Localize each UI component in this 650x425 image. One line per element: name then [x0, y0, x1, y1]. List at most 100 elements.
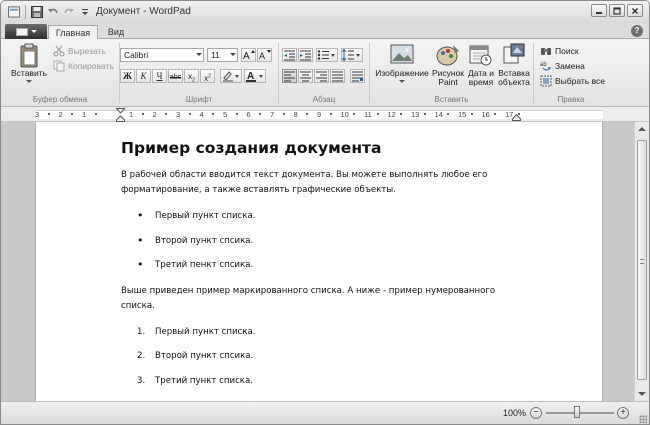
- editing-group: Поиск ab Замена Выбрать все Правка: [534, 39, 608, 107]
- ruler-number: 11: [364, 110, 372, 119]
- font-color-button[interactable]: A: [244, 69, 266, 83]
- align-right-button[interactable]: [314, 69, 329, 83]
- tab-view[interactable]: Вид: [102, 25, 130, 40]
- document-heading: Пример создания документа: [121, 139, 382, 157]
- align-right-icon: [316, 71, 327, 82]
- paragraph-settings-button[interactable]: [350, 69, 365, 83]
- window-menu-icon[interactable]: [7, 5, 21, 19]
- ruler-tick: [165, 113, 168, 115]
- svg-text:ab: ab: [540, 62, 547, 68]
- bullet-marker: [137, 259, 144, 272]
- subscript-button[interactable]: x2: [184, 69, 199, 84]
- zoom-slider-thumb[interactable]: [574, 406, 580, 418]
- font-group: Calibri 11 A A Ж К Ч abc x2 x2 A Шрифт: [120, 39, 278, 107]
- insert-paint-drawing-button[interactable]: Рисунок Paint: [430, 43, 466, 87]
- font-size-select[interactable]: 11: [207, 48, 238, 62]
- ruler-number: 13: [411, 110, 420, 119]
- insert-group: Изображение Рисунок Paint Дата и время В…: [370, 39, 533, 107]
- ruler-tick: [47, 113, 50, 115]
- scroll-down-icon[interactable]: [638, 392, 646, 396]
- font-family-select[interactable]: Calibri: [120, 48, 204, 62]
- insert-image-button[interactable]: Изображение: [372, 43, 432, 83]
- paragraph-group: Абзац: [279, 39, 369, 107]
- paint-palette-icon: [435, 43, 461, 67]
- list-button[interactable]: [316, 48, 338, 62]
- superscript-button[interactable]: x2: [200, 69, 215, 83]
- ruler-tick: [94, 113, 97, 115]
- bullet-marker: [137, 235, 144, 248]
- replace-button[interactable]: ab Замена: [540, 60, 585, 72]
- insert-object-button[interactable]: Вставка объекта: [496, 43, 532, 87]
- clipboard-group: Вставить Вырезать Копировать Буфер обмен…: [1, 39, 119, 107]
- paste-button[interactable]: Вставить: [7, 43, 51, 83]
- indent-decrease-icon: [284, 50, 295, 61]
- select-all-button[interactable]: Выбрать все: [540, 75, 605, 87]
- ruler-number: 5: [223, 110, 228, 119]
- copy-icon: [53, 60, 65, 72]
- ruler-number: 8: [293, 110, 298, 119]
- tab-home[interactable]: Главная: [48, 25, 98, 40]
- zoom-slider[interactable]: [546, 412, 614, 414]
- justify-button[interactable]: [330, 69, 345, 83]
- strikethrough-button[interactable]: abc: [168, 69, 183, 83]
- ruler-tick: [188, 113, 191, 115]
- ruler-number: 3: [176, 110, 181, 119]
- line-spacing-button[interactable]: [341, 48, 363, 62]
- list-item: 2. Второй пункт спсика.: [137, 351, 254, 361]
- document-icon: [15, 27, 28, 36]
- list-item: 3. Третий пункт списка.: [137, 375, 253, 386]
- align-center-button[interactable]: [298, 69, 313, 83]
- italic-button[interactable]: К: [136, 69, 151, 83]
- right-indent-marker[interactable]: [512, 114, 521, 121]
- ruler-tick: [141, 113, 144, 115]
- status-bar: 100% − +: [1, 401, 649, 424]
- close-button[interactable]: [627, 4, 643, 17]
- decrease-indent-button[interactable]: [282, 48, 297, 62]
- resize-grip-icon[interactable]: [639, 415, 647, 423]
- ruler-tick: [235, 113, 238, 115]
- font-color-icon: A: [246, 71, 263, 82]
- undo-icon[interactable]: [46, 5, 60, 19]
- customize-toolbar-icon[interactable]: [78, 5, 92, 19]
- shrink-font-button[interactable]: A: [257, 48, 272, 62]
- document-page[interactable]: Пример создания документа В рабочей обла…: [35, 122, 603, 401]
- minimize-button[interactable]: [591, 4, 607, 17]
- ruler-number: 7: [270, 110, 275, 119]
- align-left-icon: [284, 71, 295, 82]
- bold-button[interactable]: Ж: [120, 69, 135, 83]
- find-button[interactable]: Поиск: [540, 45, 579, 57]
- redo-icon[interactable]: [62, 5, 76, 19]
- maximize-button[interactable]: [609, 4, 625, 17]
- quick-access-toolbar: [7, 5, 92, 19]
- zoom-out-button[interactable]: −: [530, 407, 542, 419]
- vertical-scrollbar[interactable]: [634, 122, 649, 401]
- first-line-indent-marker[interactable]: [116, 108, 125, 122]
- align-left-button[interactable]: [282, 69, 297, 83]
- scrollbar-thumb[interactable]: [637, 140, 647, 380]
- bullet-list-icon: [317, 50, 335, 60]
- grow-font-button[interactable]: A: [241, 48, 256, 62]
- number-marker: 1.: [137, 326, 146, 337]
- chevron-down-icon: [399, 80, 405, 83]
- ruler-tick: [470, 113, 473, 115]
- chevron-down-icon: [196, 53, 202, 56]
- highlight-color-button[interactable]: [220, 69, 242, 83]
- ribbon-tab-row: Главная Вид ?: [1, 23, 649, 40]
- bullet-marker: [137, 210, 144, 223]
- align-center-icon: [300, 71, 311, 82]
- chevron-down-icon: [26, 80, 32, 83]
- intro-paragraph: В рабочей области вводится текст докумен…: [121, 170, 488, 195]
- zoom-in-button[interactable]: +: [617, 407, 629, 419]
- save-icon[interactable]: [30, 5, 44, 19]
- cut-button[interactable]: Вырезать: [53, 45, 106, 57]
- app-menu-button[interactable]: [5, 24, 47, 39]
- copy-button[interactable]: Копировать: [53, 60, 114, 72]
- help-button[interactable]: ?: [631, 25, 643, 37]
- scroll-up-icon[interactable]: [638, 127, 646, 131]
- title-bar: Документ - WordPad: [1, 1, 649, 23]
- insert-datetime-button[interactable]: Дата и время: [466, 43, 496, 87]
- increase-indent-button[interactable]: [298, 48, 313, 62]
- ruler[interactable]: 3 2 1 1 2 3 4 5 6 7 8 9 10 11 12 13 14 15 16 17: [1, 107, 649, 122]
- underline-button[interactable]: Ч: [152, 69, 167, 83]
- document-content[interactable]: Пример создания документа В рабочей обла…: [121, 138, 521, 399]
